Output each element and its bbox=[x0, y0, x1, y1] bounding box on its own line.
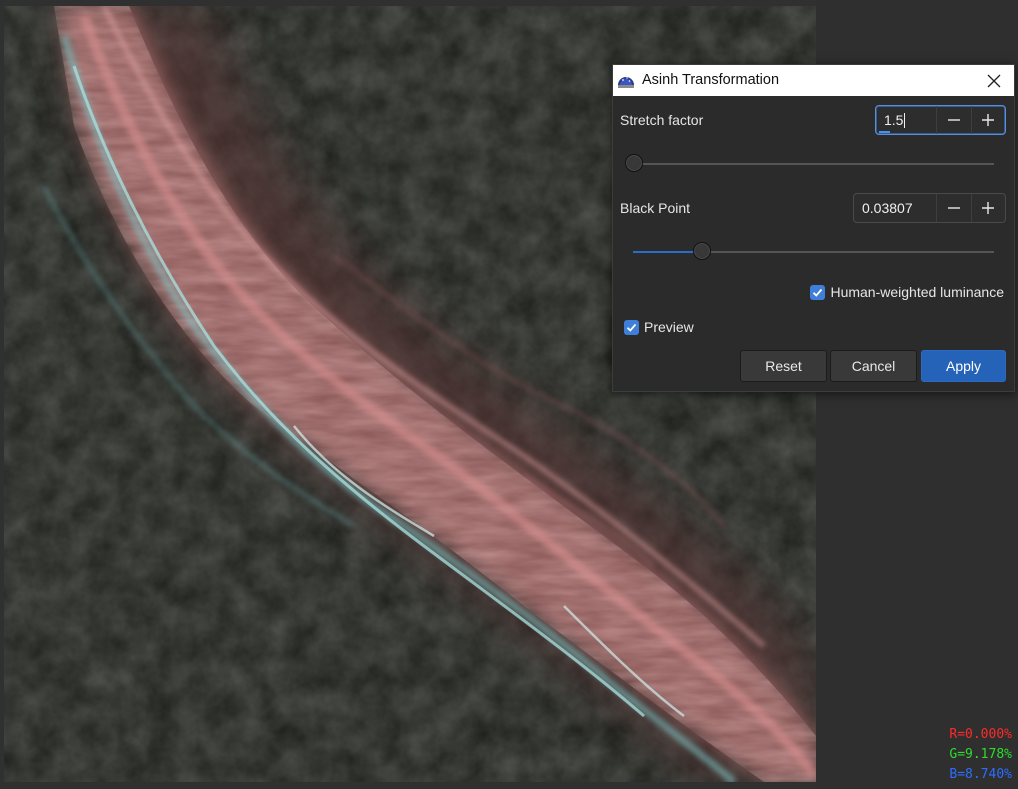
stretch-factor-value: 1.5 bbox=[884, 112, 904, 128]
apply-button[interactable]: Apply bbox=[921, 350, 1006, 382]
black-point-slider-handle[interactable] bbox=[693, 242, 711, 260]
human-weighted-checkbox[interactable] bbox=[810, 284, 826, 300]
stretch-factor-input[interactable]: 1.5 bbox=[876, 106, 936, 134]
dialog-title: Asinh Transformation bbox=[642, 72, 780, 88]
close-button[interactable] bbox=[980, 67, 1008, 94]
checkmark-icon bbox=[626, 323, 637, 332]
stretch-factor-slider[interactable] bbox=[625, 154, 994, 174]
preview-label: Preview bbox=[644, 319, 694, 335]
plus-icon bbox=[982, 202, 995, 214]
human-weighted-label: Human-weighted luminance bbox=[830, 284, 1004, 300]
green-channel-readout: G=9.178% bbox=[949, 747, 1012, 762]
asinh-transformation-dialog: Asinh Transformation Stretch factor 1.5 … bbox=[612, 64, 1015, 392]
black-point-increment-button[interactable] bbox=[970, 194, 1006, 222]
black-point-spinbox[interactable]: 0.03807 bbox=[853, 193, 1006, 223]
black-point-label: Black Point bbox=[620, 200, 691, 216]
preview-checkbox[interactable] bbox=[624, 319, 639, 335]
stretch-decrement-button[interactable] bbox=[936, 106, 971, 134]
dialog-titlebar[interactable]: Asinh Transformation bbox=[613, 65, 1014, 96]
siril-observatory-icon bbox=[617, 71, 635, 89]
stretch-slider-track bbox=[625, 163, 994, 165]
reset-button[interactable]: Reset bbox=[740, 350, 827, 382]
plus-icon bbox=[982, 114, 995, 126]
close-icon bbox=[987, 74, 1001, 87]
minus-icon bbox=[947, 119, 960, 121]
pixel-value-readout: R=0.000% G=9.178% B=8.740% bbox=[949, 725, 1012, 785]
black-point-slider[interactable] bbox=[633, 242, 994, 262]
stretch-slider-handle[interactable] bbox=[625, 154, 643, 172]
stretch-factor-label: Stretch factor bbox=[620, 112, 704, 128]
text-caret bbox=[904, 112, 906, 128]
black-point-decrement-button[interactable] bbox=[936, 194, 971, 222]
black-point-value: 0.03807 bbox=[862, 200, 913, 216]
minus-icon bbox=[947, 207, 960, 209]
blue-channel-readout: B=8.740% bbox=[949, 767, 1012, 782]
preview-toggle[interactable]: Preview bbox=[624, 319, 694, 335]
focus-indicator bbox=[879, 131, 890, 133]
cancel-button[interactable]: Cancel bbox=[830, 350, 917, 382]
black-point-input[interactable]: 0.03807 bbox=[854, 194, 936, 222]
red-channel-readout: R=0.000% bbox=[949, 727, 1012, 742]
stretch-increment-button[interactable] bbox=[970, 106, 1006, 134]
checkmark-icon bbox=[813, 288, 823, 297]
human-weighted-luminance-toggle[interactable]: Human-weighted luminance bbox=[810, 284, 1004, 300]
stretch-factor-spinbox[interactable]: 1.5 bbox=[875, 105, 1006, 135]
black-point-slider-fill bbox=[633, 251, 702, 253]
